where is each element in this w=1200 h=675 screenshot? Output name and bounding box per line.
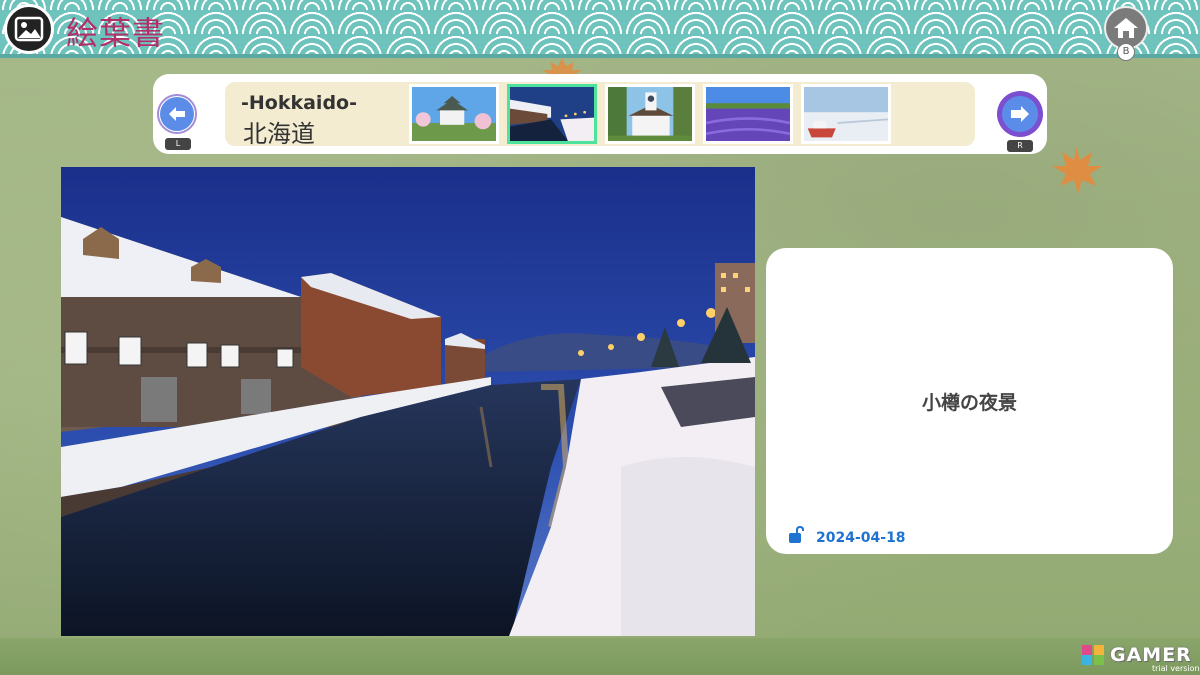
next-button-hint: R xyxy=(1007,140,1033,152)
arrow-left-icon xyxy=(169,107,185,121)
watermark-brand: GAMER xyxy=(1110,644,1192,666)
arrow-right-icon xyxy=(1011,106,1029,122)
thumbnail-castle[interactable] xyxy=(409,84,499,144)
ground-strip xyxy=(0,638,1200,675)
region-panel: -Hokkaido- 北海道 xyxy=(225,82,975,148)
gallery-image-icon xyxy=(4,4,54,54)
gamer-logo-icon xyxy=(1082,645,1104,665)
region-selector-bar: L -Hokkaido- 北海道 R xyxy=(153,74,1047,154)
thumbnail-lavender-field[interactable] xyxy=(703,84,793,144)
thumbnail-otaru-canal[interactable] xyxy=(507,84,597,144)
home-icon xyxy=(1114,18,1138,38)
prev-region-button[interactable] xyxy=(157,94,197,134)
region-name-japanese: 北海道 xyxy=(243,120,315,148)
postcard-date: 2024-04-18 xyxy=(816,530,906,546)
header-wave-band xyxy=(0,0,1200,58)
thumbnail-drift-ice[interactable] xyxy=(801,84,891,144)
thumbnail-clock-tower[interactable] xyxy=(605,84,695,144)
home-button-hint: B xyxy=(1117,43,1135,61)
postcard-title: 小樽の夜景 xyxy=(921,392,1017,414)
prev-button-hint: L xyxy=(165,138,191,150)
maple-leaf-icon xyxy=(1052,146,1102,194)
region-name-english: -Hokkaido- xyxy=(241,92,357,114)
app-title: 絵葉書 xyxy=(66,14,166,52)
watermark-subtext: trial version xyxy=(1152,664,1200,673)
unlocked-lock-icon xyxy=(789,526,804,543)
postcard-photo-otaru-canal xyxy=(61,167,755,636)
postcard-info-card: 小樽の夜景 2024-04-18 xyxy=(766,248,1173,554)
next-region-button[interactable] xyxy=(997,91,1043,137)
